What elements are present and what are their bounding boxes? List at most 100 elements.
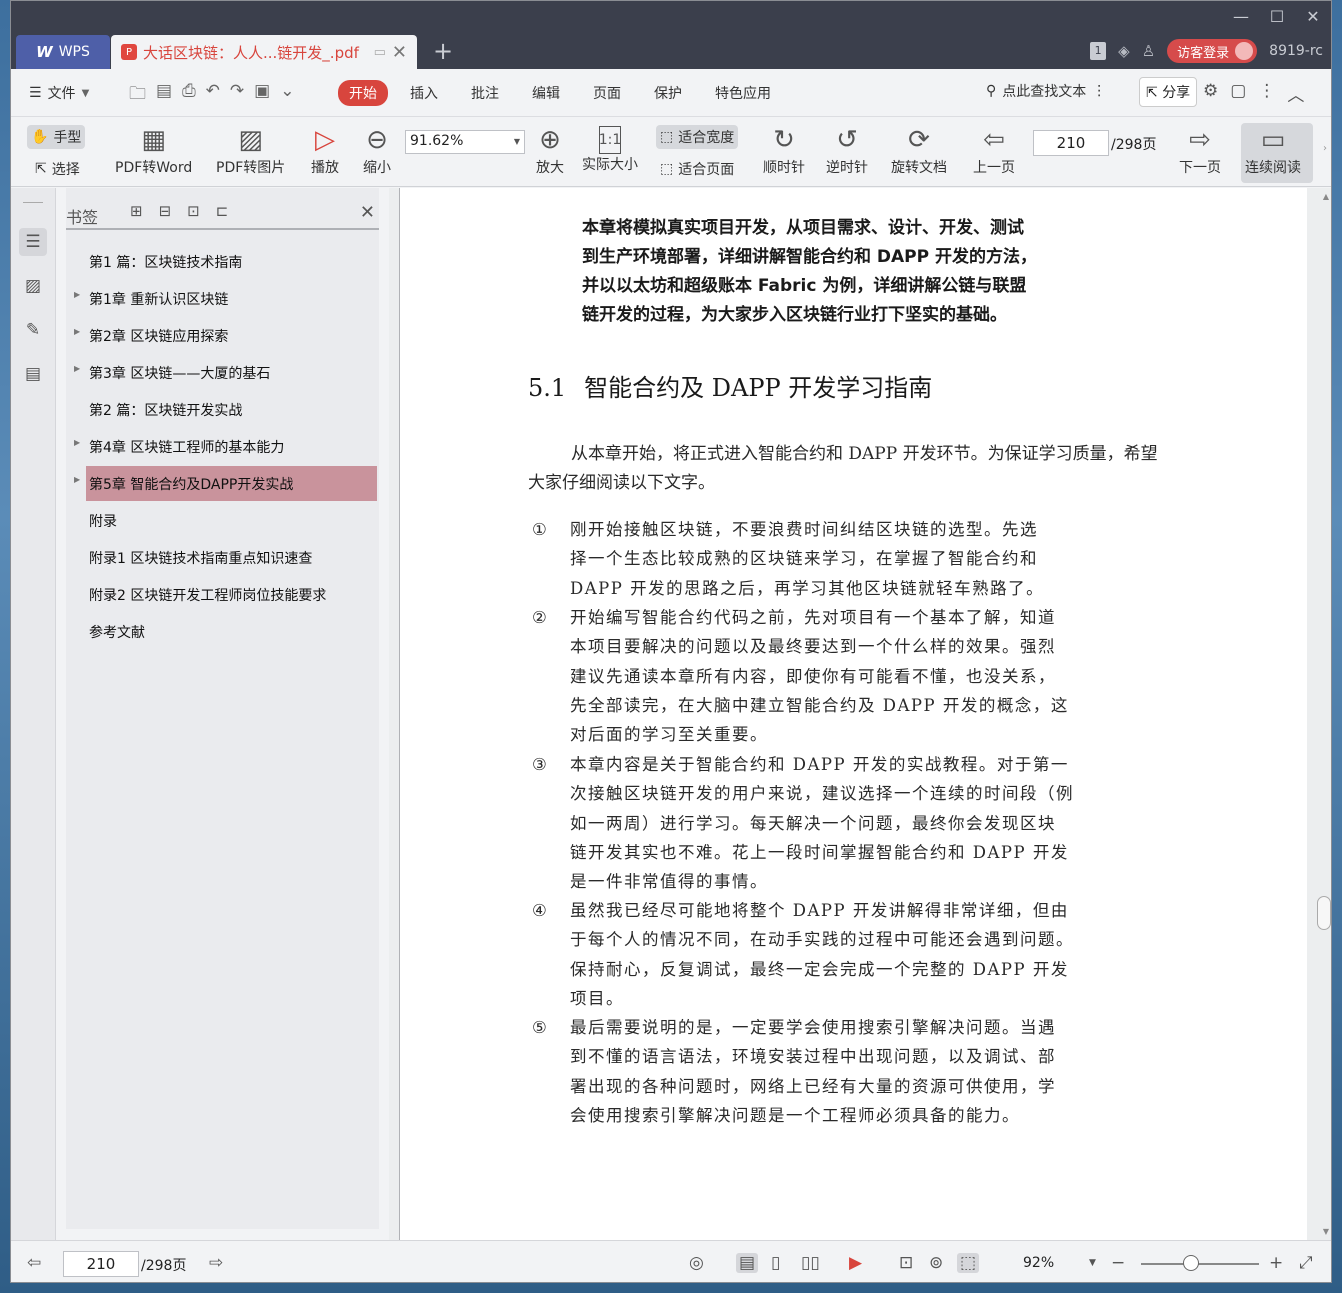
document-tab[interactable]: P 大话区块链：人人...链开发_.pdf ▭ ✕ — [111, 35, 417, 69]
zoom-out-button[interactable]: ⊖ 缩小 — [363, 123, 391, 177]
zoom-plus-icon[interactable]: + — [1269, 1253, 1283, 1273]
maximize-icon[interactable]: ☐ — [1259, 7, 1295, 26]
zoom-level-field[interactable]: 91.62% ▼ — [405, 130, 525, 154]
more-vertical-icon[interactable]: ⋮ — [1092, 83, 1106, 99]
fit-width-button[interactable]: ⬚ 适合宽度 — [656, 125, 739, 149]
menu-tab-protect[interactable]: 保护 — [654, 83, 682, 103]
play-button[interactable]: ▷ 播放 — [311, 123, 339, 177]
undo-icon[interactable]: ↶ — [206, 81, 220, 110]
eye-protection-icon[interactable]: ◎ — [689, 1253, 704, 1273]
zoom-dropdown-icon[interactable]: ▼ — [514, 133, 520, 151]
bookmark-item[interactable]: ▶ 第3章 区块链——大厦的基石 — [74, 355, 376, 390]
more-chevron-icon[interactable]: ⌄ — [280, 81, 294, 110]
redo-icon[interactable]: ↷ — [230, 81, 244, 110]
vertical-scrollbar-thumb[interactable] — [1317, 896, 1331, 930]
zoom-dropdown-chevron-icon[interactable]: ▼ — [1089, 1258, 1096, 1268]
zoom-slider-track[interactable] — [1141, 1263, 1259, 1265]
collapse-all-icon[interactable]: ⊟ — [159, 202, 172, 220]
bookmark-item[interactable]: 第2 篇：区块链开发实战 — [86, 392, 376, 427]
more-options-icon[interactable]: ⋮ — [1258, 81, 1275, 106]
add-bookmark-icon[interactable]: ⊡ — [187, 202, 200, 220]
wps-home-tab[interactable]: W WPS — [16, 35, 110, 69]
continuous-reading-button[interactable]: ▭ 连续阅读 — [1241, 123, 1313, 183]
menu-tab-insert[interactable]: 插入 — [410, 83, 438, 103]
status-page-input[interactable]: 210 — [63, 1251, 139, 1277]
bookmark-item[interactable]: 附录2 区块链开发工程师岗位技能要求 — [86, 577, 376, 612]
actual-size-status-icon[interactable]: ⊡ — [899, 1253, 913, 1273]
shirt-icon[interactable]: ♙ — [1142, 42, 1155, 60]
expand-arrow-icon[interactable]: ▶ — [74, 327, 80, 336]
collapse-ribbon-icon[interactable]: ︿ — [1287, 81, 1304, 106]
pdf-to-image-button[interactable]: ▨ PDF转图片 — [216, 123, 285, 177]
expand-arrow-icon[interactable]: ▶ — [74, 475, 80, 484]
play-slideshow-icon[interactable]: ▶ — [849, 1253, 862, 1273]
bookmark-item[interactable]: 第1 篇：区块链技术指南 — [86, 244, 376, 279]
bookmark-item[interactable]: ▶ 第1章 重新认识区块链 — [74, 281, 376, 316]
attachment-panel-icon[interactable]: ▤ — [19, 360, 47, 388]
menu-tab-start[interactable]: 开始 — [338, 80, 388, 106]
two-page-view-icon[interactable]: ▯▯ — [801, 1253, 820, 1273]
menu-tab-edit[interactable]: 编辑 — [532, 83, 560, 103]
zoom-slider-knob[interactable] — [1183, 1255, 1199, 1271]
skin-icon[interactable]: ◈ — [1118, 42, 1130, 60]
actual-size-button[interactable]: 1:1 实际大小 — [582, 123, 638, 174]
close-panel-icon[interactable]: ✕ — [360, 202, 375, 223]
rotate-document-button[interactable]: ⟳ 旋转文档 — [891, 123, 947, 177]
bookmark-item[interactable]: 参考文献 — [86, 614, 376, 649]
bookmark-icon[interactable]: ⊏ — [216, 202, 229, 220]
monitor-icon[interactable]: ▭ — [374, 45, 386, 60]
bookmark-item[interactable]: 附录1 区块链技术指南重点知识速查 — [86, 540, 376, 575]
bookmark-item[interactable]: ▶ 第2章 区块链应用探索 — [74, 318, 376, 353]
close-window-icon[interactable]: ✕ — [1295, 7, 1331, 26]
bookmark-item[interactable]: ▶ 第5章 智能合约及DAPP开发实战 — [74, 466, 377, 501]
share-button[interactable]: ⇱ 分享 — [1139, 77, 1198, 107]
thumbnail-panel-icon[interactable]: ▨ — [19, 272, 47, 300]
expand-arrow-icon[interactable]: ▶ — [74, 290, 80, 299]
export-image-icon[interactable]: ▣ — [254, 81, 270, 110]
pdf-to-word-button[interactable]: ▦ PDF转Word — [115, 123, 192, 177]
expand-arrow-icon[interactable]: ▶ — [74, 364, 80, 373]
status-next-page-icon[interactable]: ⇨ — [209, 1253, 223, 1273]
single-page-view-icon[interactable]: ▤ — [736, 1253, 759, 1273]
fit-page-button[interactable]: ⬚ 适合页面 — [656, 157, 738, 181]
status-zoom-value[interactable]: 92% — [1023, 1255, 1054, 1271]
bookmark-panel-icon[interactable]: ☰ — [19, 228, 47, 256]
open-folder-icon[interactable]: 🗀 — [129, 81, 146, 110]
fullscreen-icon[interactable]: ⤢ — [1299, 1253, 1313, 1273]
menu-tab-page[interactable]: 页面 — [593, 83, 621, 103]
select-tool-button[interactable]: ⇱ 选择 — [31, 157, 84, 181]
fit-page-status-icon[interactable]: ⊚ — [929, 1253, 943, 1273]
rotate-counterclockwise-button[interactable]: ↺ 逆时针 — [826, 123, 868, 177]
next-page-button[interactable]: ⇨ 下一页 — [1179, 123, 1221, 177]
settings-gear-icon[interactable]: ⚙ — [1203, 81, 1218, 106]
scroll-down-icon[interactable]: ▼ — [1323, 1227, 1329, 1236]
guest-login-button[interactable]: 访客登录 — [1167, 39, 1258, 63]
bookmark-item[interactable]: 附录 — [86, 503, 376, 538]
status-prev-page-icon[interactable]: ⇦ — [27, 1253, 41, 1273]
file-menu[interactable]: ☰ 文件 ▼ — [29, 83, 89, 103]
menu-tab-comment[interactable]: 批注 — [471, 83, 499, 103]
window-count-badge[interactable]: 1 — [1090, 42, 1107, 60]
single-column-view-icon[interactable]: ▯ — [771, 1253, 780, 1273]
search-text-box[interactable]: ⚲ 点此查找文本 ⋮ — [986, 81, 1106, 101]
expand-all-icon[interactable]: ⊞ — [130, 202, 143, 220]
fit-width-status-icon[interactable]: ⬚ — [957, 1253, 980, 1273]
annotation-panel-icon[interactable]: ✎ — [19, 316, 47, 344]
bookmark-item[interactable]: ▶ 第4章 区块链工程师的基本能力 — [74, 429, 376, 464]
rotate-clockwise-button[interactable]: ↻ 顺时针 — [763, 123, 805, 177]
print-icon[interactable]: ⎙ — [182, 81, 196, 110]
previous-page-button[interactable]: ⇦ 上一页 — [973, 123, 1015, 177]
scroll-up-icon[interactable]: ▲ — [1323, 192, 1329, 201]
new-tab-button[interactable]: + — [433, 37, 453, 65]
close-tab-icon[interactable]: ✕ — [392, 42, 407, 63]
ribbon-scroll-right-icon[interactable]: › — [1323, 143, 1327, 154]
zoom-in-button[interactable]: ⊕ 放大 — [536, 123, 564, 177]
page-number-input[interactable]: 210 — [1033, 130, 1109, 156]
menu-tab-features[interactable]: 特色应用 — [715, 83, 771, 103]
comment-icon[interactable]: ▢ — [1230, 81, 1246, 106]
zoom-minus-icon[interactable]: − — [1111, 1253, 1125, 1273]
hand-tool-button[interactable]: ✋ 手型 — [27, 125, 86, 149]
expand-arrow-icon[interactable]: ▶ — [74, 438, 80, 447]
minimize-icon[interactable]: — — [1223, 7, 1259, 26]
save-icon[interactable]: ▤ — [156, 81, 172, 110]
